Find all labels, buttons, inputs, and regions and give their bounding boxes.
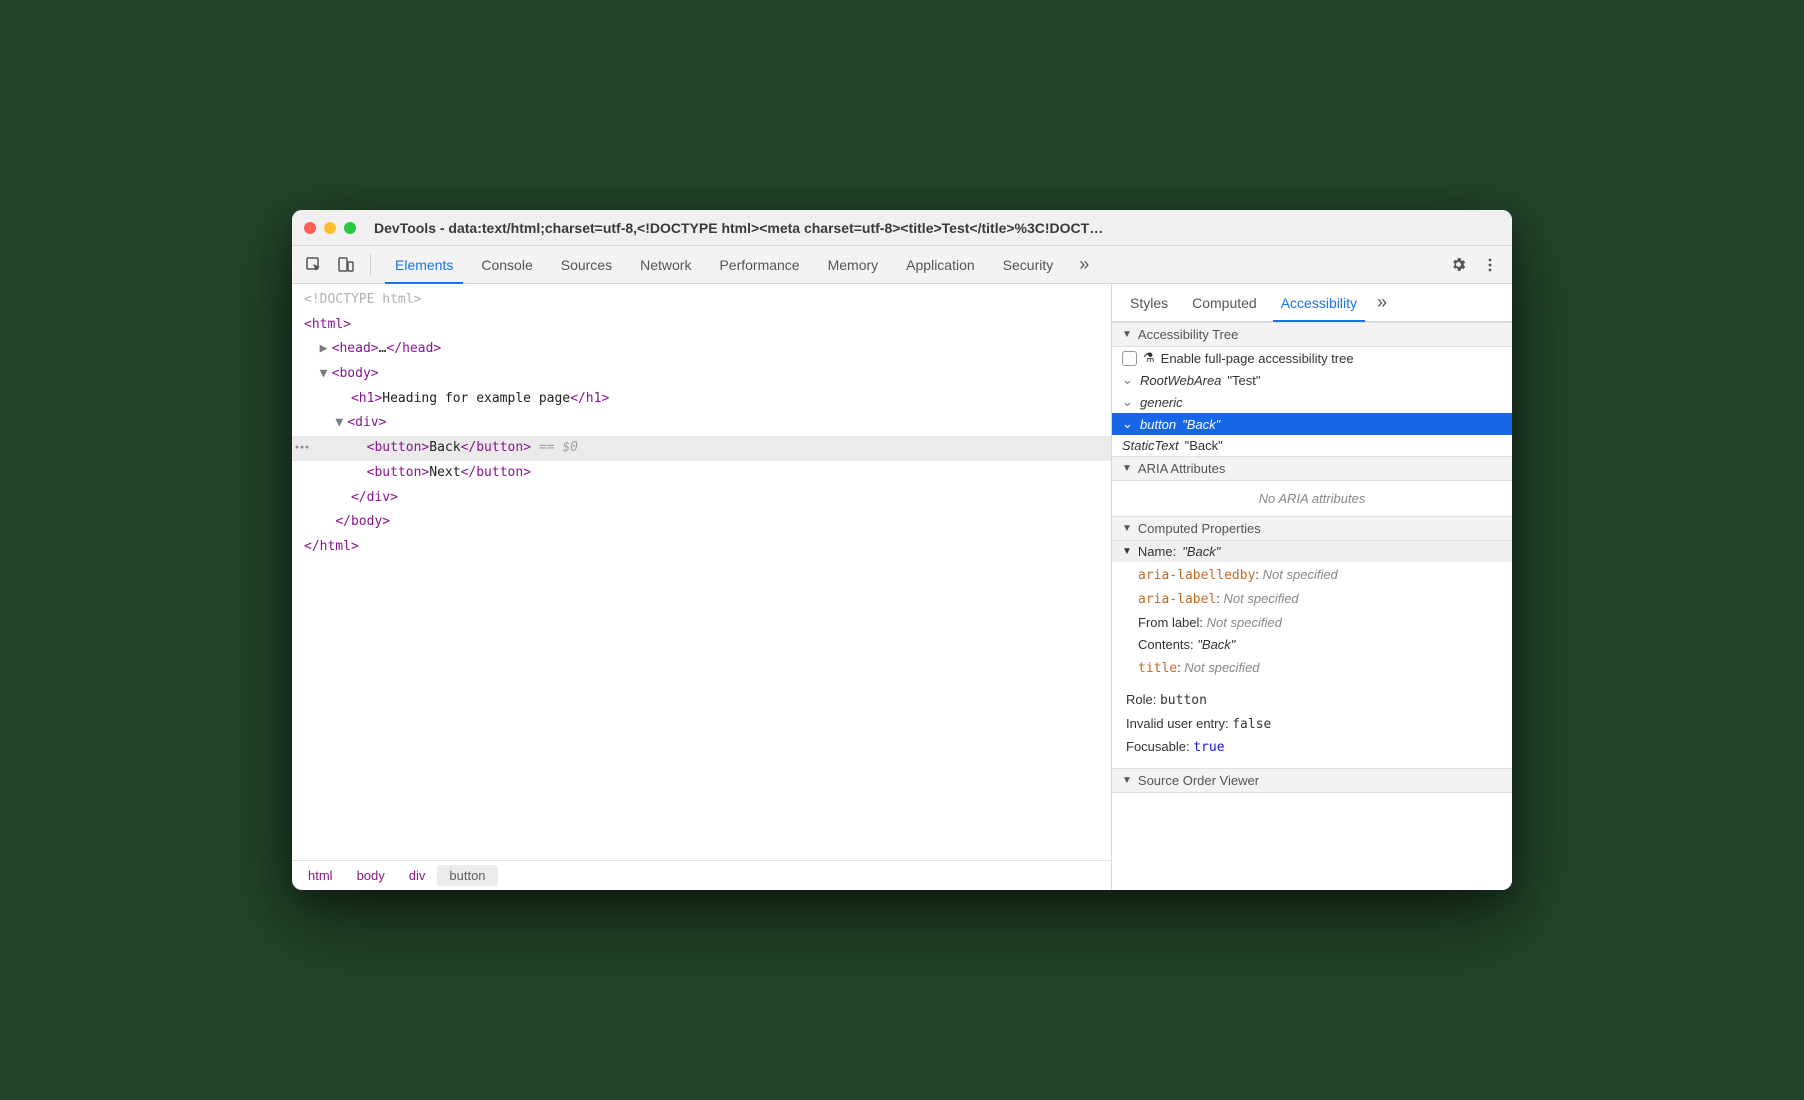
- inspect-element-icon[interactable]: [300, 251, 328, 279]
- name-sources: aria-labelledby: Not specified aria-labe…: [1112, 562, 1512, 689]
- side-tab-styles[interactable]: Styles: [1118, 284, 1180, 321]
- side-panel: Styles Computed Accessibility » ▼ Access…: [1112, 284, 1512, 890]
- dom-body-open[interactable]: ▼<body>: [292, 362, 1111, 387]
- flask-icon: ⚗: [1143, 350, 1155, 366]
- ax-tree-header[interactable]: ▼ Accessibility Tree: [1112, 322, 1512, 347]
- maximize-icon[interactable]: [344, 222, 356, 234]
- aria-body: No ARIA attributes: [1112, 481, 1512, 516]
- source-order-label: Source Order Viewer: [1138, 773, 1259, 788]
- name-label: Name:: [1138, 544, 1176, 559]
- kebab-menu-icon[interactable]: [1476, 251, 1504, 279]
- dom-div-close[interactable]: </div>: [292, 486, 1111, 511]
- crumb-div[interactable]: div: [397, 865, 438, 886]
- chevron-down-icon: ▼: [1122, 463, 1132, 474]
- dom-head[interactable]: ▶<head>…</head>: [292, 337, 1111, 362]
- dom-html-open[interactable]: <html>: [292, 313, 1111, 338]
- main-toolbar: Elements Console Sources Network Perform…: [292, 246, 1512, 284]
- traffic-lights: [304, 222, 356, 234]
- main-tabs: Elements Console Sources Network Perform…: [381, 246, 1067, 283]
- chevron-down-icon: ▼: [1122, 775, 1132, 786]
- side-tabs: Styles Computed Accessibility »: [1112, 284, 1512, 322]
- name-value: "Back": [1182, 544, 1220, 559]
- tab-network[interactable]: Network: [626, 246, 705, 283]
- source-order-header[interactable]: ▼ Source Order Viewer: [1112, 768, 1512, 793]
- side-tab-computed[interactable]: Computed: [1180, 284, 1269, 321]
- devtools-window: DevTools - data:text/html;charset=utf-8,…: [292, 210, 1512, 890]
- tab-sources[interactable]: Sources: [547, 246, 626, 283]
- chevron-down-icon: ▼: [1122, 329, 1132, 340]
- breadcrumb: html body div button: [292, 860, 1111, 890]
- dom-div-open[interactable]: ▼<div>: [292, 411, 1111, 436]
- titlebar: DevTools - data:text/html;charset=utf-8,…: [292, 210, 1512, 246]
- computed-props-header[interactable]: ▼ Computed Properties: [1112, 516, 1512, 541]
- window-title: DevTools - data:text/html;charset=utf-8,…: [374, 220, 1500, 236]
- device-toolbar-icon[interactable]: [332, 251, 360, 279]
- aria-empty: No ARIA attributes: [1112, 481, 1512, 516]
- tab-security[interactable]: Security: [989, 246, 1068, 283]
- computed-other: Role: button Invalid user entry: false F…: [1112, 689, 1512, 768]
- computed-props-body: ▼ Name: "Back" aria-labelledby: Not spec…: [1112, 541, 1512, 768]
- tab-console[interactable]: Console: [467, 246, 546, 283]
- side-tab-accessibility[interactable]: Accessibility: [1269, 284, 1369, 321]
- settings-icon[interactable]: [1444, 251, 1472, 279]
- ax-tree-body: ⚗ Enable full-page accessibility tree ⌄R…: [1112, 347, 1512, 456]
- ax-tree-header-label: Accessibility Tree: [1138, 327, 1238, 342]
- dom-button-next[interactable]: <button>Next</button>: [292, 461, 1111, 486]
- minimize-icon[interactable]: [324, 222, 336, 234]
- ax-enable-fullpage[interactable]: ⚗ Enable full-page accessibility tree: [1112, 347, 1512, 369]
- ax-node-generic[interactable]: ⌄generic: [1112, 391, 1512, 413]
- tab-application[interactable]: Application: [892, 246, 989, 283]
- chevron-down-icon: ▼: [1122, 546, 1132, 557]
- crumb-button[interactable]: button: [437, 865, 497, 886]
- aria-header[interactable]: ▼ ARIA Attributes: [1112, 456, 1512, 481]
- elements-panel: <!DOCTYPE html> <html> ▶<head>…</head> ▼…: [292, 284, 1112, 890]
- content-area: <!DOCTYPE html> <html> ▶<head>…</head> ▼…: [292, 284, 1512, 890]
- computed-props-label: Computed Properties: [1138, 521, 1261, 536]
- dom-body-close[interactable]: </body>: [292, 510, 1111, 535]
- tab-performance[interactable]: Performance: [705, 246, 813, 283]
- more-tabs-icon[interactable]: »: [1071, 254, 1097, 275]
- dom-doctype[interactable]: <!DOCTYPE html>: [292, 288, 1111, 313]
- ax-node-button[interactable]: ⌄button "Back": [1112, 413, 1512, 435]
- dom-tree[interactable]: <!DOCTYPE html> <html> ▶<head>…</head> ▼…: [292, 284, 1111, 860]
- crumb-body[interactable]: body: [345, 865, 397, 886]
- separator: [370, 254, 371, 276]
- name-row[interactable]: ▼ Name: "Back": [1112, 541, 1512, 562]
- ax-node-statictext[interactable]: StaticText "Back": [1112, 435, 1512, 456]
- ax-enable-label: Enable full-page accessibility tree: [1161, 351, 1354, 366]
- close-icon[interactable]: [304, 222, 316, 234]
- more-side-tabs-icon[interactable]: »: [1369, 292, 1395, 313]
- ax-node-root[interactable]: ⌄RootWebArea "Test": [1112, 369, 1512, 391]
- dom-button-back[interactable]: <button>Back</button> == $0: [292, 436, 1111, 461]
- tab-memory[interactable]: Memory: [814, 246, 893, 283]
- dom-html-close[interactable]: </html>: [292, 535, 1111, 560]
- crumb-html[interactable]: html: [296, 865, 345, 886]
- checkbox-icon[interactable]: [1122, 351, 1137, 366]
- dom-h1[interactable]: <h1>Heading for example page</h1>: [292, 387, 1111, 412]
- aria-header-label: ARIA Attributes: [1138, 461, 1225, 476]
- chevron-down-icon: ▼: [1122, 523, 1132, 534]
- tab-elements[interactable]: Elements: [381, 246, 467, 283]
